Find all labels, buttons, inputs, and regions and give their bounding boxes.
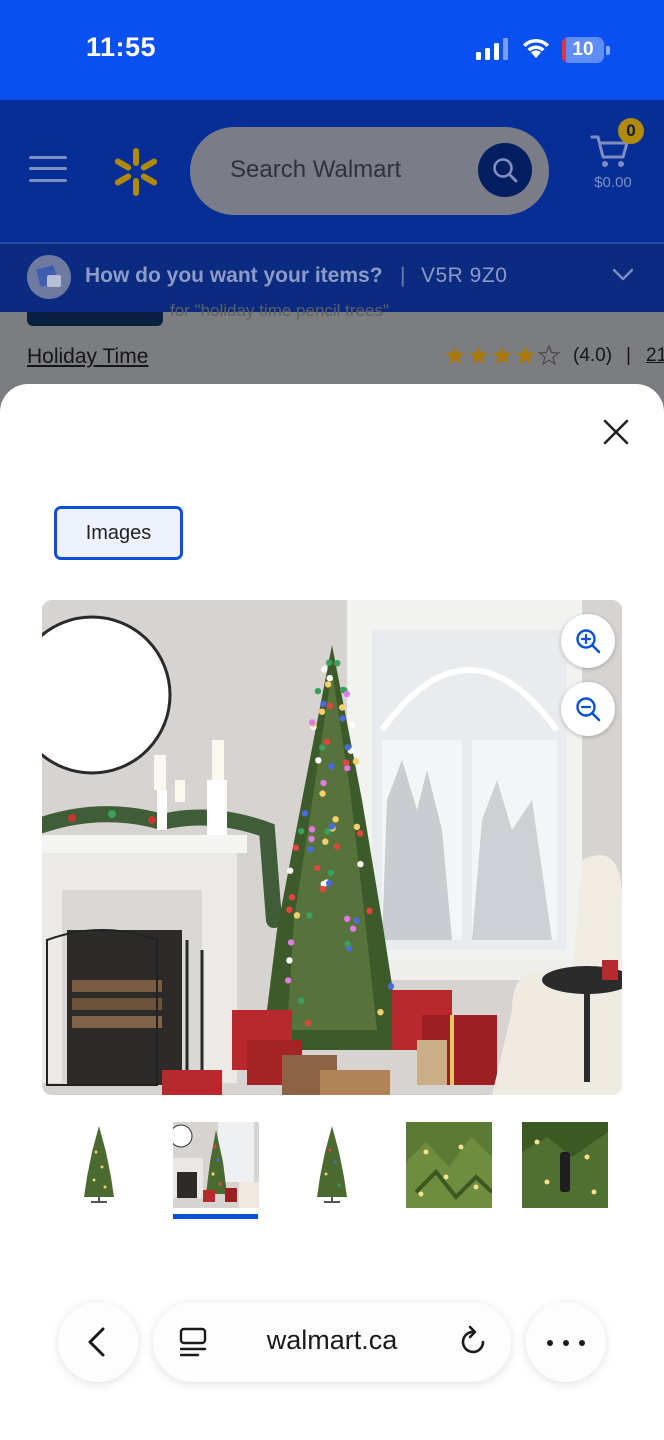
battery-level: 10 [572, 39, 594, 60]
battery-icon: 10 [562, 37, 610, 63]
cellular-signal-icon [476, 38, 508, 60]
walmart-spark-logo[interactable] [110, 146, 162, 198]
status-bar: 11:55 10 [0, 0, 664, 100]
rating-separator: | [626, 345, 631, 366]
cart-total: $0.00 [594, 174, 632, 191]
brand-link[interactable]: Holiday Time [27, 345, 148, 369]
rating-star [468, 346, 489, 365]
hamburger-menu-icon[interactable] [29, 154, 67, 184]
rating-stars [445, 345, 560, 366]
zoom-out-icon [576, 697, 601, 722]
url-text[interactable]: walmart.ca [240, 1325, 424, 1356]
browser-back-button[interactable] [58, 1302, 138, 1382]
delivery-prompt: How do you want your items? [85, 264, 383, 287]
rating-star [537, 345, 560, 366]
reload-icon[interactable] [458, 1324, 490, 1358]
zoom-in-button[interactable] [561, 614, 615, 668]
thumbnail-5[interactable] [522, 1122, 608, 1208]
chevron-down-icon[interactable] [612, 268, 634, 282]
tabs-icon[interactable] [178, 1326, 208, 1358]
rating-value: (4.0) [573, 345, 613, 366]
delivery-box-icon [27, 255, 71, 299]
rating-star [445, 346, 465, 365]
tab-images[interactable]: Images [54, 506, 183, 560]
thumbnail-4[interactable] [406, 1122, 492, 1208]
chevron-left-icon [88, 1327, 105, 1357]
wifi-icon [523, 38, 549, 58]
delivery-postal-code: V5R 9Z0 [421, 264, 508, 287]
zoom-in-icon [576, 629, 601, 654]
thumbnail-3[interactable] [289, 1122, 375, 1208]
thumbnail-1[interactable] [56, 1122, 142, 1208]
more-options-button[interactable] [526, 1302, 606, 1382]
cart-count-badge: 0 [618, 118, 644, 144]
zoom-out-button[interactable] [561, 682, 615, 736]
review-count-link[interactable]: 21 [646, 345, 664, 367]
search-input[interactable] [230, 152, 450, 188]
rating-star [492, 346, 512, 365]
thumbnail-2[interactable] [173, 1122, 259, 1208]
status-time: 11:55 [86, 32, 157, 62]
close-icon[interactable] [598, 414, 634, 450]
delivery-separator: | [400, 264, 406, 287]
main-product-image [42, 600, 622, 1095]
rating-star [515, 346, 536, 365]
faded-button [27, 312, 163, 326]
search-button[interactable] [478, 143, 532, 197]
selected-thumbnail-indicator [173, 1214, 258, 1219]
faded-search-caption: for "holiday time pencil trees" [170, 301, 389, 320]
search-icon [493, 158, 518, 183]
